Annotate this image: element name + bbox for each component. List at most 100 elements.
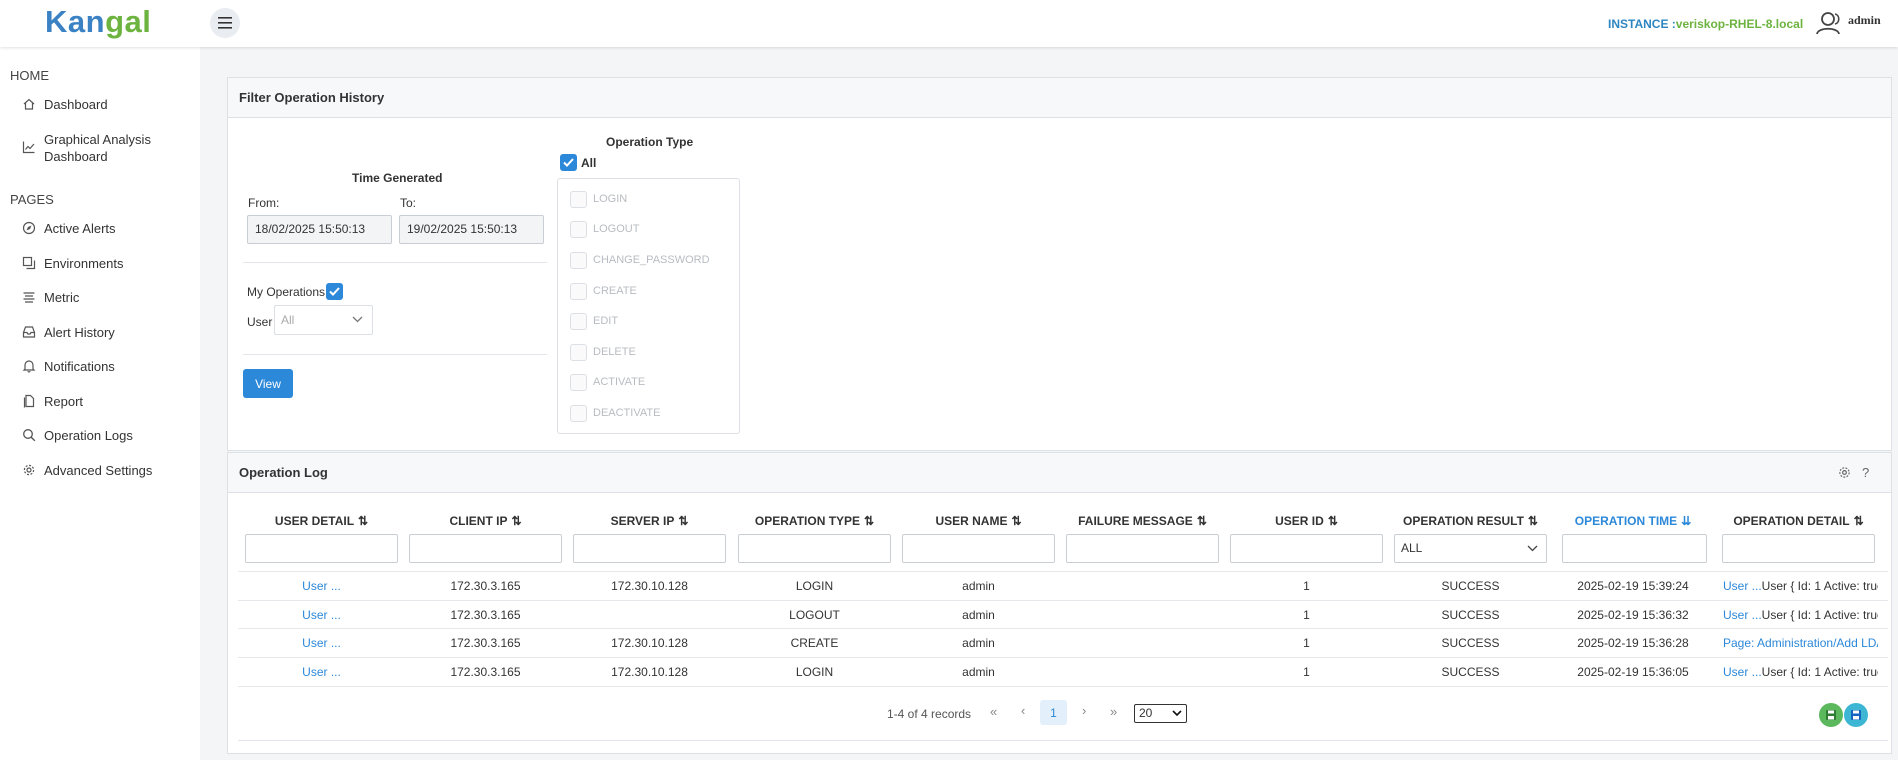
sidebar-item-report[interactable]: Report xyxy=(22,393,83,410)
operation-type-checkbox[interactable] xyxy=(570,344,587,361)
user-detail-filter-input[interactable] xyxy=(245,534,398,563)
user-detail-link[interactable]: User ... xyxy=(245,608,398,622)
first-page-icon[interactable]: « xyxy=(990,704,997,719)
sidebar-item-advanced-settings[interactable]: Advanced Settings xyxy=(22,462,152,479)
col-header-failure-message[interactable]: FAILURE MESSAGE ⇅ xyxy=(1066,514,1219,528)
user-select[interactable]: All xyxy=(274,305,373,335)
user-detail-link[interactable]: User ... xyxy=(245,579,398,593)
operation-type-checkbox[interactable] xyxy=(570,283,587,300)
next-page-icon[interactable]: › xyxy=(1082,703,1086,718)
save-icon xyxy=(1851,710,1861,720)
save-icon xyxy=(1826,710,1836,720)
to-label: To: xyxy=(400,196,417,210)
operation-result-filter-select[interactable]: ALL xyxy=(1394,534,1547,563)
operation-time-filter-input[interactable] xyxy=(1562,534,1707,563)
from-date-input[interactable]: 18/02/2025 15:50:13 xyxy=(247,215,392,244)
sidebar-item-dashboard[interactable]: Dashboard xyxy=(22,96,108,113)
chart-line-icon xyxy=(22,141,35,154)
user-detail-link[interactable]: User ... xyxy=(245,636,398,650)
username-label[interactable]: admin xyxy=(1848,13,1881,28)
sidebar-item-active-alerts[interactable]: Active Alerts xyxy=(22,220,116,237)
sidebar-item-environments[interactable]: Environments xyxy=(22,255,123,272)
operation-detail-link[interactable]: Page: Administration/Add LDAI xyxy=(1723,636,1878,650)
operation-type-checkbox[interactable] xyxy=(570,221,587,238)
help-icon[interactable]: ? xyxy=(1862,465,1869,480)
operation-type-checkbox[interactable] xyxy=(570,405,587,422)
sidebar-item-label: Advanced Settings xyxy=(44,463,153,478)
col-header-operation-type[interactable]: OPERATION TYPE ⇅ xyxy=(738,514,891,528)
my-operations-checkbox[interactable] xyxy=(326,283,343,300)
sidebar-item-label: Dashboard xyxy=(44,97,108,112)
client-ip-cell: 172.30.3.165 xyxy=(450,579,521,593)
client-ip-cell: 172.30.3.165 xyxy=(450,665,521,679)
col-header-user-id[interactable]: USER ID ⇅ xyxy=(1230,514,1383,528)
compass-icon xyxy=(22,221,36,235)
col-header-user-detail[interactable]: USER DETAIL ⇅ xyxy=(245,514,398,528)
client-ip-filter-input[interactable] xyxy=(409,534,562,563)
operation-type-checkbox[interactable] xyxy=(570,374,587,391)
operation-type-filter-input[interactable] xyxy=(738,534,891,563)
sidebar-item-graphical-analysis[interactable]: Graphical Analysis Dashboard xyxy=(22,131,172,165)
table-divider xyxy=(238,571,1888,572)
failure-message-filter-input[interactable] xyxy=(1066,534,1219,563)
kangal-logo[interactable]: Kangal xyxy=(45,4,151,40)
operation-detail-link[interactable]: User ... xyxy=(1723,579,1762,593)
sidebar-item-operation-logs[interactable]: Operation Logs xyxy=(22,427,133,444)
operation-type-checkbox[interactable] xyxy=(570,252,587,269)
user-group-icon[interactable] xyxy=(1814,10,1844,36)
operation-result-cell: SUCCESS xyxy=(1441,579,1500,593)
sidebar-item-alert-history[interactable]: Alert History xyxy=(22,324,115,341)
col-header-operation-detail[interactable]: OPERATION DETAIL ⇅ xyxy=(1722,514,1875,528)
operation-type-cell: LOGIN xyxy=(795,665,834,679)
settings-icon[interactable] xyxy=(1838,466,1851,479)
instance-indicator: INSTANCE :veriskop-RHEL-8.local xyxy=(1608,17,1804,31)
operation-time-cell: 2025-02-19 15:39:24 xyxy=(1577,579,1689,593)
operation-log-title: Operation Log xyxy=(228,453,1891,493)
export-excel-button[interactable] xyxy=(1819,703,1843,727)
operation-type-checkbox[interactable] xyxy=(570,191,587,208)
operation-result-filter-value: ALL xyxy=(1401,541,1423,555)
user-id-filter-input[interactable] xyxy=(1230,534,1383,563)
last-page-icon[interactable]: » xyxy=(1110,704,1117,719)
sidebar-item-label: Notifications xyxy=(44,359,115,374)
page-size-select[interactable]: 20 xyxy=(1134,704,1187,723)
user-name-filter-input[interactable] xyxy=(902,534,1055,563)
operation-type-checkbox[interactable] xyxy=(570,313,587,330)
copy-icon xyxy=(22,256,36,270)
operation-detail-link[interactable]: User ... xyxy=(1723,665,1762,679)
operation-type-option: CREATE xyxy=(593,285,637,297)
sidebar-item-notifications[interactable]: Notifications xyxy=(22,358,115,375)
prev-page-icon[interactable]: ‹ xyxy=(1021,703,1025,718)
view-button[interactable]: View xyxy=(243,369,293,398)
sidebar-item-metric[interactable]: Metric xyxy=(22,289,79,306)
operation-type-cell: LOGOUT xyxy=(789,608,840,622)
col-header-user-name[interactable]: USER NAME ⇅ xyxy=(902,514,1055,528)
menu-toggle-button[interactable] xyxy=(210,8,240,38)
divider xyxy=(238,740,1888,741)
col-header-operation-result[interactable]: OPERATION RESULT ⇅ xyxy=(1394,514,1547,528)
user-detail-link[interactable]: User ... xyxy=(245,665,398,679)
operation-detail-link[interactable]: User ... xyxy=(1723,608,1762,622)
page-button-current[interactable]: 1 xyxy=(1040,700,1067,725)
divider xyxy=(243,354,547,355)
col-header-server-ip[interactable]: SERVER IP ⇅ xyxy=(573,514,726,528)
operation-result-cell: SUCCESS xyxy=(1441,608,1500,622)
user-name-cell: admin xyxy=(962,608,995,622)
operation-type-all-checkbox[interactable] xyxy=(560,154,577,171)
col-header-operation-time[interactable]: OPERATION TIME ⇊ xyxy=(1560,514,1706,528)
sort-icon: ⇅ xyxy=(511,514,522,528)
export-csv-button[interactable] xyxy=(1844,703,1868,727)
sidebar-item-label: Active Alerts xyxy=(44,221,116,236)
to-date-input[interactable]: 19/02/2025 15:50:13 xyxy=(399,215,544,244)
client-ip-cell: 172.30.3.165 xyxy=(450,636,521,650)
operation-detail-filter-input[interactable] xyxy=(1722,534,1875,563)
operation-result-cell: SUCCESS xyxy=(1441,636,1500,650)
operation-type-option: DELETE xyxy=(593,346,636,358)
sidebar: HOME Dashboard Graphical Analysis Dashbo… xyxy=(0,47,200,760)
sidebar-item-label: Metric xyxy=(44,290,80,305)
col-header-client-ip[interactable]: CLIENT IP ⇅ xyxy=(409,514,562,528)
divider xyxy=(243,262,547,263)
checkmark-icon xyxy=(329,287,340,296)
server-ip-filter-input[interactable] xyxy=(573,534,726,563)
bell-icon xyxy=(22,360,36,373)
